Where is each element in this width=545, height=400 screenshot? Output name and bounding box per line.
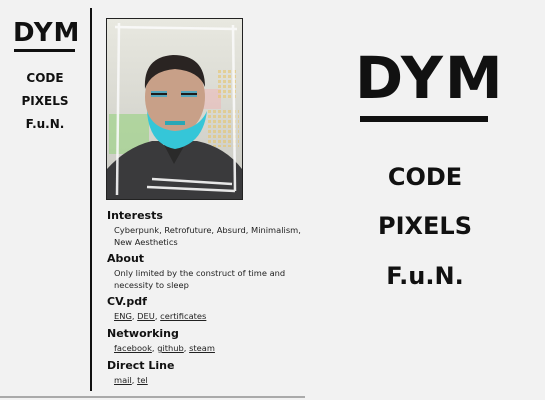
interests-section: Interests Cyberpunk, Retrofuture, Absurd… — [107, 209, 307, 248]
interests-heading: Interests — [107, 209, 163, 222]
direct-line-heading: Direct Line — [107, 359, 175, 372]
sidebar-nav-pixels[interactable]: PIXELS — [0, 94, 90, 108]
interests-text: Cyberpunk, Retrofuture, Absurd, Minimali… — [114, 225, 301, 247]
about-text: Only limited by the construct of time an… — [114, 268, 286, 290]
sidebar-logo-underline — [14, 49, 75, 52]
main-nav-pixels[interactable]: PIXELS — [335, 212, 515, 240]
about-heading: About — [107, 252, 145, 265]
networking-heading: Networking — [107, 327, 179, 340]
main-logo[interactable]: DYM — [355, 48, 505, 108]
main-logo-underline — [360, 116, 488, 122]
main-nav-code[interactable]: CODE — [335, 163, 515, 191]
bottom-divider — [0, 396, 305, 398]
steam-link[interactable]: steam — [189, 343, 215, 353]
networking-links: facebook, github, steam — [114, 343, 215, 353]
cv-heading: CV.pdf — [107, 295, 147, 308]
cv-links: ENG, DEU, certificates — [114, 311, 207, 321]
direct-line-section: Direct Line mail, tel — [107, 359, 307, 386]
networking-section: Networking facebook, github, steam — [107, 327, 307, 354]
cv-link-deu[interactable]: DEU — [137, 311, 155, 321]
tel-link[interactable]: tel — [137, 375, 148, 385]
mail-link[interactable]: mail — [114, 375, 132, 385]
sidebar-divider — [90, 8, 92, 391]
cv-link-certificates[interactable]: certificates — [160, 311, 206, 321]
cv-link-eng[interactable]: ENG — [114, 311, 132, 321]
profile-portrait — [106, 18, 243, 200]
main-nav-fun[interactable]: F.u.N. — [335, 262, 515, 290]
github-link[interactable]: github — [157, 343, 184, 353]
direct-line-links: mail, tel — [114, 375, 148, 385]
facebook-link[interactable]: facebook — [114, 343, 152, 353]
sidebar-logo[interactable]: DYM — [13, 20, 80, 46]
about-section: About Only limited by the construct of t… — [107, 252, 307, 291]
sidebar-nav-fun[interactable]: F.u.N. — [0, 117, 90, 131]
sidebar-nav-code[interactable]: CODE — [0, 71, 90, 85]
cv-section: CV.pdf ENG, DEU, certificates — [107, 295, 307, 322]
